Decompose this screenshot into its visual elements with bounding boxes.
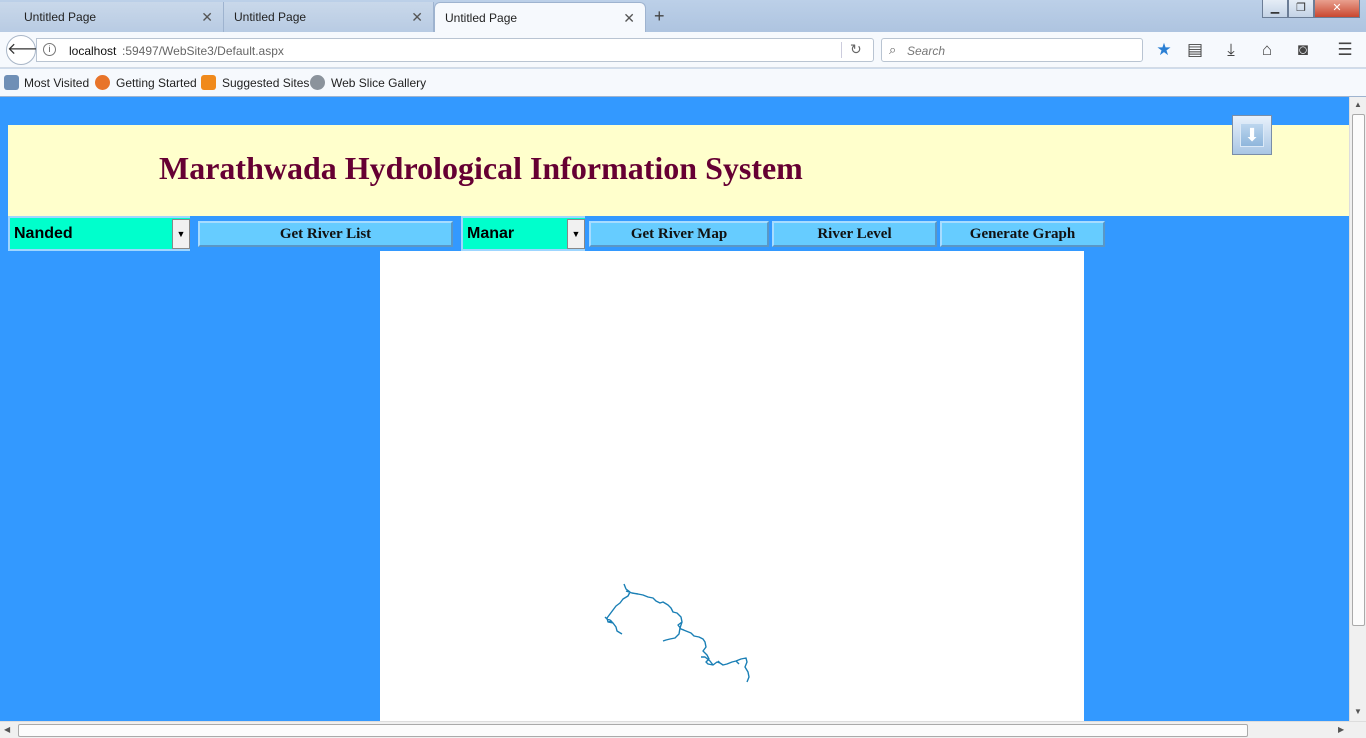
river-map: [604, 583, 750, 683]
tab-2-title: Untitled Page: [234, 10, 307, 24]
firefox-icon: [95, 75, 110, 90]
search-input[interactable]: ⌕ Search: [881, 38, 1143, 62]
info-icon[interactable]: i: [43, 43, 56, 56]
river-level-button[interactable]: River Level: [772, 221, 937, 247]
river-map-panel[interactable]: [380, 251, 1084, 721]
download-icon[interactable]: ⤓: [1220, 40, 1242, 60]
close-tab-icon[interactable]: ✕: [623, 10, 635, 27]
close-tab-icon[interactable]: ✕: [411, 9, 423, 26]
pocket-icon[interactable]: ◙: [1292, 40, 1314, 60]
chevron-down-icon[interactable]: ▼: [567, 219, 585, 249]
minimize-icon[interactable]: ▁: [1262, 0, 1288, 18]
river-select-value: Manar: [467, 225, 515, 242]
browser-chrome: Untitled Page ✕ Untitled Page ✕ Untitled…: [0, 0, 1366, 97]
river-polyline: [604, 583, 750, 683]
district-select[interactable]: Nanded ▼: [8, 216, 190, 251]
close-tab-icon[interactable]: ✕: [201, 9, 213, 26]
vertical-scroll-thumb[interactable]: [1352, 114, 1365, 626]
reading-list-icon[interactable]: ▤: [1184, 40, 1206, 60]
tab-strip: Untitled Page ✕ Untitled Page ✕ Untitled…: [0, 0, 1366, 32]
page-viewport: Marathwada Hydrological Information Syst…: [0, 97, 1349, 721]
tab-3-title: Untitled Page: [445, 11, 518, 25]
bookmark-most-visited[interactable]: Most Visited: [24, 76, 89, 90]
url-path: :59497/WebSite3/Default.aspx: [122, 44, 284, 58]
search-icon: ⌕: [889, 42, 897, 57]
close-window-icon[interactable]: ✕: [1314, 0, 1360, 18]
header-banner: Marathwada Hydrological Information Syst…: [8, 115, 1349, 216]
page-title: Marathwada Hydrological Information Syst…: [159, 150, 803, 186]
navigation-bar: 🡐 i localhost :59497/WebSite3/Default.as…: [0, 32, 1366, 68]
district-select-value: Nanded: [14, 225, 73, 242]
home-icon[interactable]: ⌂: [1256, 40, 1278, 60]
scroll-up-icon[interactable]: ▲: [1354, 100, 1362, 109]
tab-3[interactable]: Untitled Page ✕: [434, 2, 646, 32]
bookmarks-toolbar: Most Visited Getting Started Suggested S…: [0, 69, 1366, 97]
menu-icon[interactable]: ☰: [1334, 40, 1356, 60]
bookmark-suggested-sites[interactable]: Suggested Sites: [222, 76, 309, 90]
scroll-right-icon[interactable]: ▶: [1338, 725, 1344, 734]
scroll-left-icon[interactable]: ◀: [4, 725, 10, 734]
reload-icon[interactable]: ↻: [850, 41, 862, 58]
back-arrow-icon[interactable]: 🡐: [6, 35, 50, 65]
url-host: localhost: [69, 44, 117, 58]
tab-1[interactable]: Untitled Page ✕: [0, 2, 224, 32]
suggested-sites-icon: [201, 75, 216, 90]
star-icon[interactable]: ★: [1153, 40, 1175, 60]
tab-2[interactable]: Untitled Page ✕: [224, 2, 434, 32]
bookmark-getting-started[interactable]: Getting Started: [116, 76, 197, 90]
search-placeholder: Search: [907, 44, 946, 58]
chevron-down-icon[interactable]: ▼: [172, 219, 190, 249]
horizontal-scroll-thumb[interactable]: [18, 724, 1248, 737]
url-separator: [841, 42, 842, 58]
vertical-scrollbar[interactable]: ▲ ▼: [1349, 97, 1366, 721]
new-tab-icon[interactable]: +: [654, 6, 665, 27]
download-button[interactable]: ⬇: [1232, 115, 1272, 155]
horizontal-scrollbar[interactable]: ◀ ▶: [0, 721, 1366, 738]
get-river-map-button[interactable]: Get River Map: [589, 221, 769, 247]
down-arrow-icon: ⬇: [1240, 123, 1264, 147]
tab-1-title: Untitled Page: [24, 10, 97, 24]
restore-icon[interactable]: ❐: [1288, 0, 1314, 18]
bookmark-web-slice-gallery[interactable]: Web Slice Gallery: [331, 76, 426, 90]
scroll-down-icon[interactable]: ▼: [1354, 707, 1362, 716]
most-visited-icon: [4, 75, 19, 90]
get-river-list-button[interactable]: Get River List: [198, 221, 453, 247]
address-bar[interactable]: i localhost :59497/WebSite3/Default.aspx…: [36, 38, 874, 62]
river-select[interactable]: Manar ▼: [461, 216, 585, 251]
generate-graph-button[interactable]: Generate Graph: [940, 221, 1105, 247]
web-slice-icon: [310, 75, 325, 90]
